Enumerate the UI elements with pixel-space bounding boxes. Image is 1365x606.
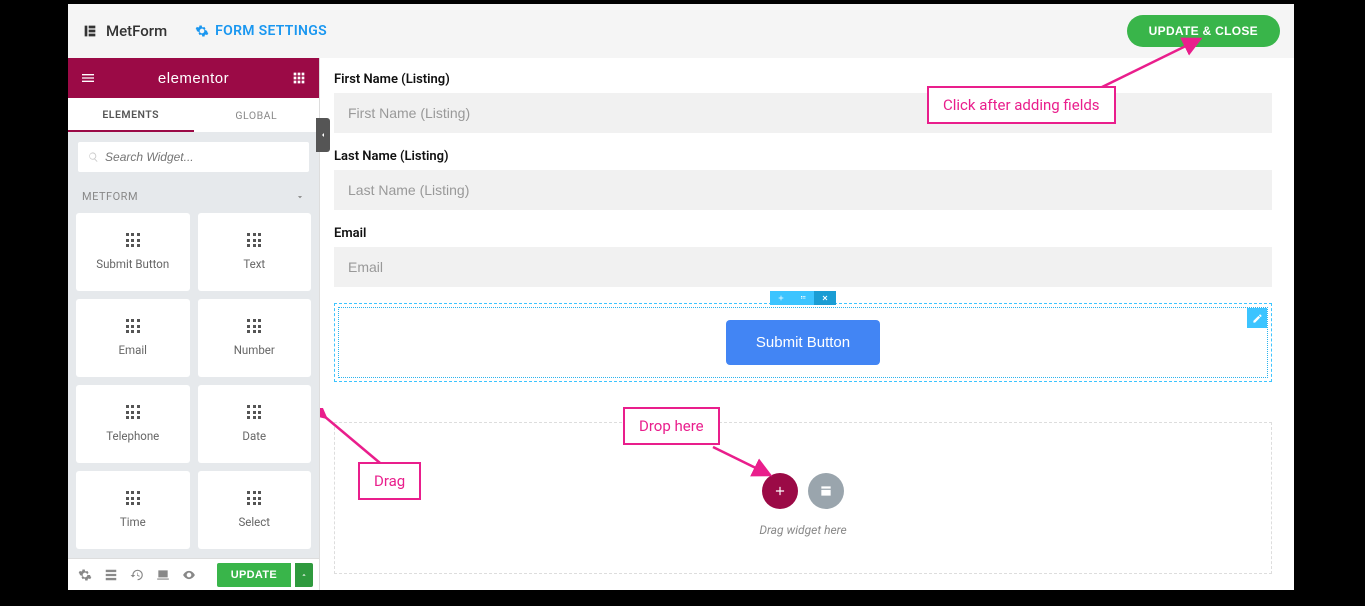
search-input[interactable] [105,150,299,164]
widget-card[interactable]: Select [198,471,312,549]
field-label: First Name (Listing) [334,72,1272,87]
update-and-close-button[interactable]: UPDATE & CLOSE [1127,15,1280,47]
callout-click-after: Click after adding fields [927,86,1116,124]
form-settings-button[interactable]: FORM SETTINGS [195,23,327,39]
elementor-sidebar: elementor ELEMENTS GLOBAL METFORM Submi [68,58,320,590]
navigator-icon-button[interactable] [100,564,122,586]
sidebar-footer: UPDATE [68,558,319,590]
grip-icon [126,233,140,247]
grip-icon [126,405,140,419]
grip-icon [247,491,261,505]
add-template-circle-button[interactable] [808,473,844,509]
widget-label: Time [120,515,146,529]
form-submit-button[interactable]: Submit Button [726,320,880,365]
add-section-circle-button[interactable] [762,473,798,509]
widget-card[interactable]: Text [198,213,312,291]
sidebar-widgets-button[interactable] [291,70,307,86]
app-logo: MetForm [82,22,167,40]
update-button[interactable]: UPDATE [217,563,291,587]
grip-icon [126,319,140,333]
app-name: MetForm [106,22,167,40]
first-name-input[interactable] [334,93,1272,133]
section-handle [770,291,836,305]
field-label: Last Name (Listing) [334,149,1272,164]
update-dropdown-button[interactable] [295,563,313,587]
sidebar-brand: elementor [158,70,229,87]
widget-label: Select [238,515,270,529]
gear-icon [195,24,209,38]
callout-drag: Drag [358,462,421,500]
grip-icon [247,405,261,419]
grip-icon [126,491,140,505]
callout-drop: Drop here [623,407,720,445]
sidebar-topbar: elementor [68,58,319,98]
form-canvas: First Name (Listing) Last Name (Listing)… [320,58,1294,590]
widget-search[interactable] [78,142,309,172]
settings-icon-button[interactable] [74,564,96,586]
modal-header: MetForm FORM SETTINGS UPDATE & CLOSE [68,4,1294,58]
field-first-name: First Name (Listing) [334,72,1272,133]
tab-global[interactable]: GLOBAL [194,98,320,132]
grip-icon [247,319,261,333]
email-input[interactable] [334,247,1272,287]
last-name-input[interactable] [334,170,1272,210]
widget-card[interactable]: Email [76,299,190,377]
widget-card[interactable]: Submit Button [76,213,190,291]
responsive-icon-button[interactable] [152,564,174,586]
search-icon [88,151,99,163]
chevron-down-icon [295,192,305,202]
widget-card[interactable]: Telephone [76,385,190,463]
sidebar-menu-button[interactable] [80,70,96,86]
grip-icon [247,233,261,247]
drop-zone[interactable]: Drag widget here [334,422,1272,574]
sidebar-tabs: ELEMENTS GLOBAL [68,98,319,132]
widget-card[interactable]: Number [198,299,312,377]
field-email: Email [334,226,1272,287]
edit-widget-button[interactable] [1247,308,1267,328]
drag-section-button[interactable] [792,291,814,305]
remove-section-button[interactable] [814,291,836,305]
widget-card[interactable]: Time [76,471,190,549]
metform-builder-modal: MetForm FORM SETTINGS UPDATE & CLOSE ele… [68,4,1294,590]
preview-icon-button[interactable] [178,564,200,586]
field-label: Email [334,226,1272,241]
widget-label: Telephone [106,429,159,443]
field-last-name: Last Name (Listing) [334,149,1272,210]
widget-label: Text [243,257,265,271]
selected-widget-section: Submit Button [334,303,1272,382]
elementor-logo-icon [82,23,98,39]
widget-category-metform[interactable]: METFORM [68,180,319,213]
widget-card[interactable]: Date [198,385,312,463]
widget-label: Submit Button [96,257,169,271]
widget-label: Number [234,343,275,357]
widget-label: Email [119,343,147,357]
add-section-button[interactable] [770,291,792,305]
drop-hint-text: Drag widget here [759,523,846,537]
tab-elements[interactable]: ELEMENTS [68,98,194,132]
history-icon-button[interactable] [126,564,148,586]
widget-label: Date [242,429,266,443]
